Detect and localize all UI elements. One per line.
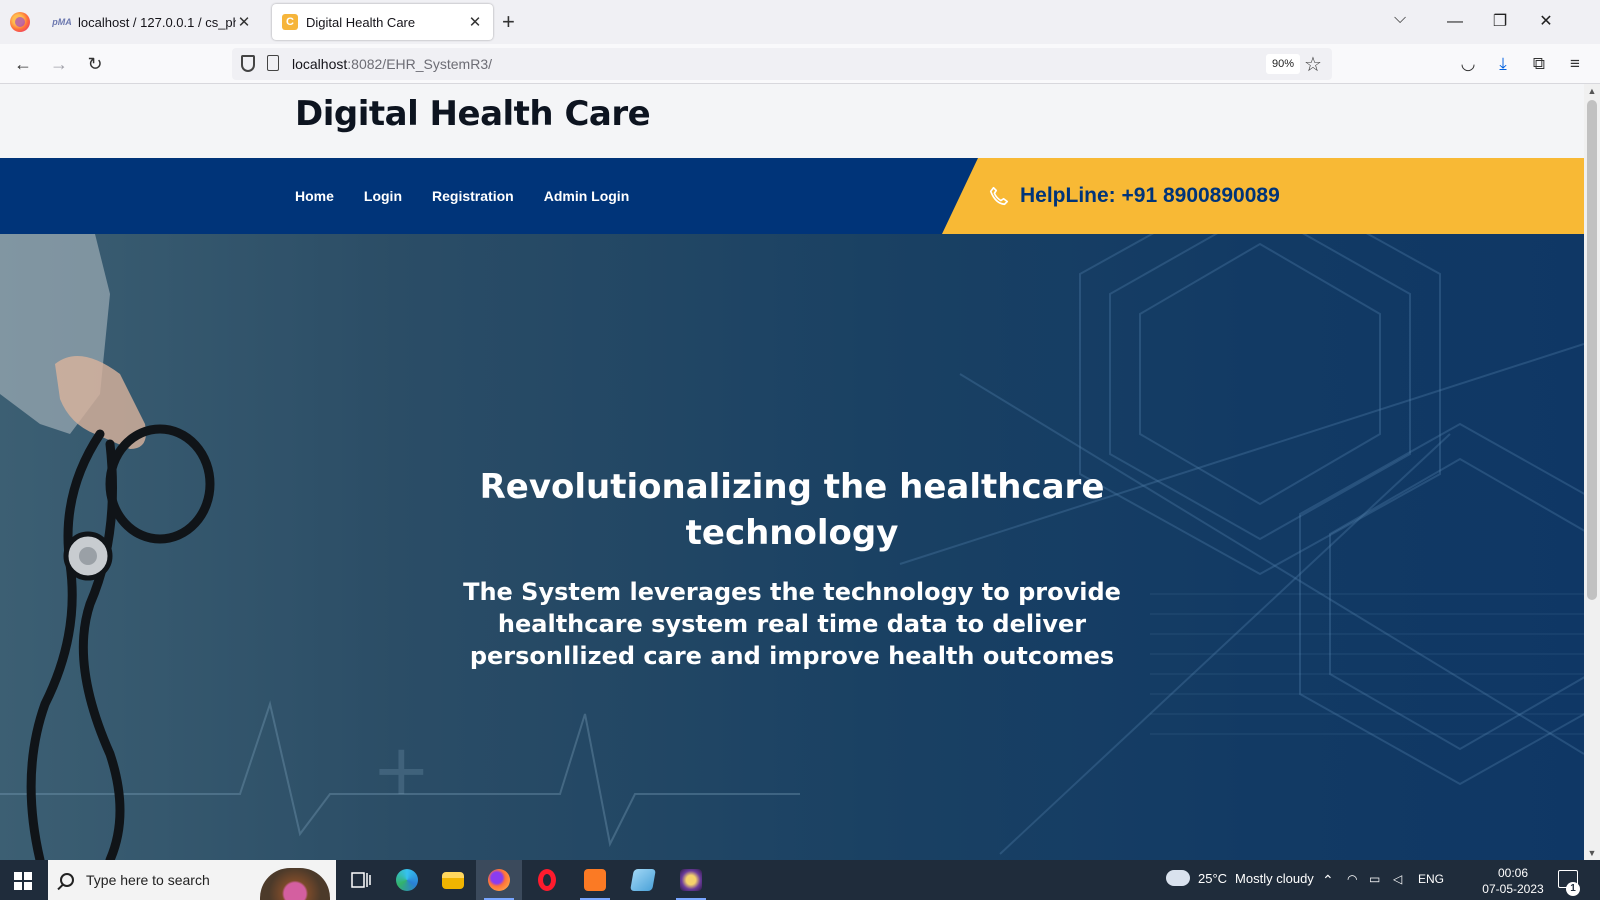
weather-temperature: 25°C [1198, 870, 1228, 886]
hero-subtitle: The System leverages the technology to p… [463, 578, 1121, 670]
hero-title: Revolutionalizing the healthcare technol… [479, 467, 1105, 553]
search-icon [60, 873, 74, 887]
forward-arrow-icon[interactable]: → [47, 52, 71, 76]
address-bar[interactable]: localhost:8082/EHR_SystemR3/ 90% ☆ [232, 48, 1332, 80]
web-page-viewport: Digital Health Care Home Login Registrat… [0, 84, 1584, 860]
nav-link-login[interactable]: Login [364, 188, 402, 204]
weather-description: Mostly cloudy [1235, 870, 1314, 886]
list-all-tabs-chevron-icon[interactable]: ⌵ [1394, 10, 1406, 28]
edge-browser-icon[interactable] [384, 860, 430, 900]
browser-navigation-bar: ← → ↻ localhost:8082/EHR_SystemR3/ 90% ☆… [0, 44, 1600, 84]
back-arrow-icon[interactable]: ← [11, 52, 35, 76]
restore-window-button[interactable]: ❐ [1486, 8, 1514, 36]
helpline-banner: HelpLine: +91 8900890089 [942, 158, 1584, 234]
windows-start-icon[interactable] [14, 872, 32, 890]
nav-link-admin-login[interactable]: Admin Login [544, 188, 630, 204]
main-menu: Home Login Registration Admin Login [295, 158, 629, 234]
input-language[interactable]: ENG [1418, 872, 1444, 886]
site-favicon-icon: C [282, 14, 298, 30]
nav-link-registration[interactable]: Registration [432, 188, 514, 204]
phone-icon [989, 186, 1009, 206]
pocket-icon[interactable]: ◡ [1456, 52, 1480, 76]
search-placeholder: Type here to search [86, 872, 210, 888]
hero-banner: + Revolutionalizing the healthcare techn… [0, 234, 1584, 860]
hero-text-block: Revolutionalizing the healthcare technol… [392, 464, 1192, 672]
clock-time: 00:06 [1497, 866, 1529, 880]
xampp-control-icon[interactable] [572, 860, 618, 900]
new-tab-button[interactable]: + [502, 10, 515, 34]
file-explorer-icon[interactable] [430, 860, 476, 900]
downloads-icon[interactable]: ⤓ [1491, 52, 1515, 76]
wifi-icon[interactable]: ◠ [1347, 872, 1357, 886]
site-title: Digital Health Care [295, 94, 651, 134]
url-path: :8082/EHR_SystemR3/ [347, 56, 492, 72]
extensions-puzzle-icon[interactable]: ⧉ [1527, 52, 1551, 76]
site-header: Digital Health Care [0, 84, 1584, 158]
close-tab-icon[interactable]: ✕ [236, 13, 252, 31]
browser-tab-bar: pMA localhost / 127.0.0.1 / cs_photo ✕ C… [0, 0, 1600, 44]
phpmyadmin-icon: pMA [52, 17, 72, 27]
page-scrollbar[interactable]: ▲ ▼ [1584, 84, 1600, 860]
close-tab-icon[interactable]: ✕ [467, 13, 483, 31]
tab-digital-health-care[interactable]: C Digital Health Care ✕ [272, 4, 493, 40]
zoom-level-button[interactable]: 90% [1266, 54, 1301, 74]
show-hidden-icons-chevron-icon[interactable]: ⌃ [1322, 872, 1334, 889]
speaker-icon[interactable]: ◁ [1393, 872, 1402, 886]
clock-date: 07-05-2023 [1482, 882, 1544, 896]
opera-browser-icon[interactable] [524, 860, 570, 900]
scroll-down-arrow-icon[interactable]: ▼ [1584, 846, 1600, 860]
scrollbar-thumb[interactable] [1587, 100, 1597, 600]
reload-icon[interactable]: ↻ [83, 52, 107, 76]
nav-link-home[interactable]: Home [295, 188, 334, 204]
taskbar-search-box[interactable]: Type here to search [48, 860, 336, 900]
tracking-protection-shield-icon[interactable] [241, 55, 255, 72]
firefox-taskbar-icon[interactable] [476, 860, 522, 900]
game-app-icon[interactable] [668, 860, 714, 900]
tab-title: Digital Health Care [306, 14, 416, 30]
notepad-icon[interactable] [620, 860, 666, 900]
tab-title: localhost / 127.0.0.1 / cs_photo [78, 14, 236, 30]
svg-text:+: + [372, 729, 431, 811]
close-window-button[interactable]: ✕ [1532, 8, 1560, 36]
minimize-window-button[interactable]: — [1441, 8, 1469, 36]
battery-icon[interactable]: ▭ [1369, 872, 1380, 886]
url-text[interactable]: localhost:8082/EHR_SystemR3/ [292, 56, 492, 72]
app-menu-hamburger-icon[interactable]: ≡ [1563, 52, 1587, 76]
taskbar-clock[interactable]: 00:06 07-05-2023 [1478, 865, 1548, 897]
helpline-number: HelpLine: +91 8900890089 [1020, 184, 1280, 207]
weather-widget[interactable]: 25°C Mostly cloudy [1164, 863, 1314, 886]
scroll-up-arrow-icon[interactable]: ▲ [1584, 84, 1600, 98]
notification-count-badge: 1 [1566, 882, 1580, 896]
mostly-cloudy-icon [1164, 863, 1190, 886]
tab-phpmyadmin[interactable]: pMA localhost / 127.0.0.1 / cs_photo ✕ [44, 4, 262, 40]
bookmark-star-icon[interactable]: ☆ [1304, 52, 1322, 77]
firefox-view-icon[interactable] [10, 12, 30, 32]
page-info-icon[interactable] [267, 55, 279, 71]
search-highlight-image [260, 868, 330, 900]
url-host: localhost [292, 56, 348, 72]
task-view-icon[interactable] [338, 860, 384, 900]
windows-taskbar: Type here to search 25°C Mostly cloudy ⌃… [0, 860, 1600, 900]
